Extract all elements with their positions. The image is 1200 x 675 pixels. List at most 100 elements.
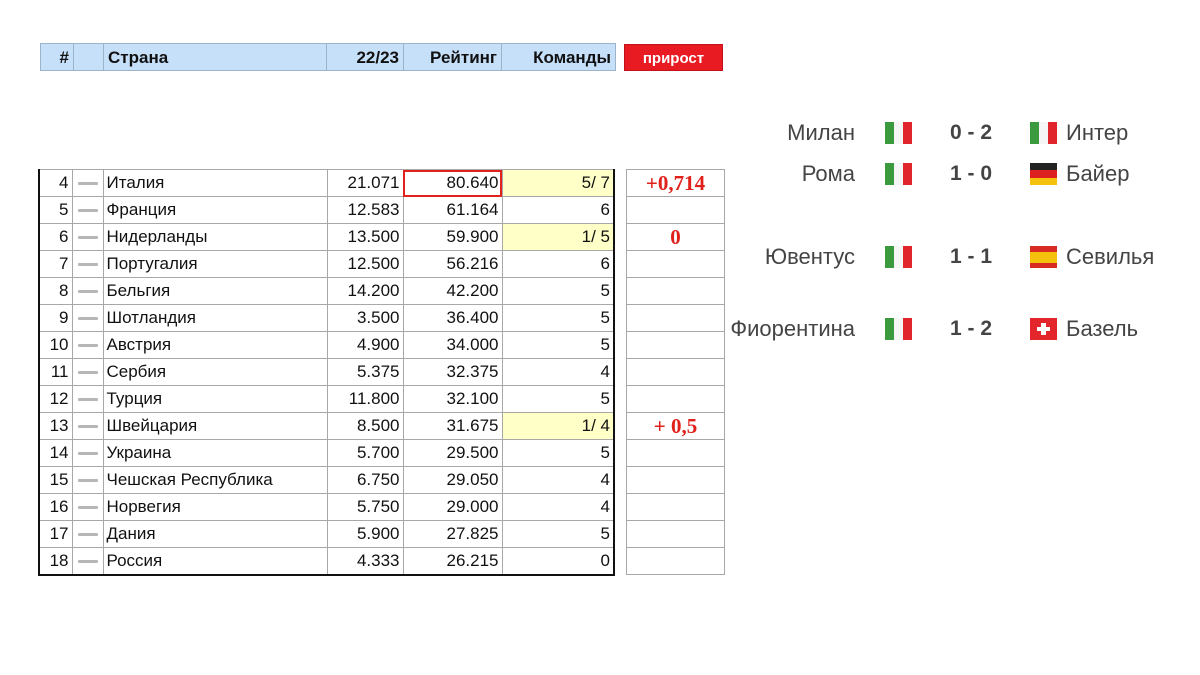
row-teams: 6 — [501, 250, 615, 278]
row-season: 14.200 — [326, 277, 404, 305]
row-country: Чешская Республика — [102, 466, 328, 494]
growth-cell — [626, 520, 725, 548]
row-position: 11 — [38, 358, 73, 386]
away-team: Байер — [1066, 161, 1130, 186]
row-rating: 36.400 — [402, 304, 503, 332]
table-row: 7 Португалия 12.500 56.216 6 — [38, 250, 615, 278]
row-rating: 29.000 — [402, 493, 503, 521]
table-row: 8 Бельгия 14.200 42.200 5 — [38, 277, 615, 305]
row-country: Австрия — [102, 331, 328, 359]
match-row: Рома 1 - 0 Байер — [700, 160, 1180, 188]
growth-button[interactable]: прирост — [624, 44, 723, 71]
row-season: 5.750 — [326, 493, 404, 521]
match-row: Фиорентина 1 - 2 Базель — [700, 315, 1180, 343]
row-rating: 42.200 — [402, 277, 503, 305]
de-flag-icon — [1030, 163, 1057, 185]
row-country: Норвегия — [102, 493, 328, 521]
row-position: 9 — [38, 304, 73, 332]
row-teams: 6 — [501, 196, 615, 224]
no-change-icon — [71, 250, 104, 278]
row-country: Нидерланды — [102, 223, 328, 251]
row-rating: 26.215 — [402, 547, 503, 575]
es-flag-icon — [1030, 246, 1057, 268]
no-change-icon — [71, 439, 104, 467]
row-season: 4.333 — [326, 547, 404, 575]
no-change-icon — [71, 169, 104, 197]
table-row: 17 Дания 5.900 27.825 5 — [38, 520, 615, 548]
table-row: 6 Нидерланды 13.500 59.900 1/ 5 — [38, 223, 615, 251]
table-header: # Страна 22/23 Рейтинг Команды — [40, 43, 616, 71]
row-position: 12 — [38, 385, 73, 413]
it-flag-icon — [885, 163, 912, 185]
row-country: Украина — [102, 439, 328, 467]
row-teams: 4 — [501, 466, 615, 494]
row-rating: 34.000 — [402, 331, 503, 359]
table-row: 14 Украина 5.700 29.500 5 — [38, 439, 615, 467]
growth-cell — [626, 196, 725, 224]
header-season[interactable]: 22/23 — [327, 43, 404, 71]
row-position: 17 — [38, 520, 73, 548]
row-rating: 80.640 — [402, 169, 503, 197]
row-position: 8 — [38, 277, 73, 305]
row-position: 7 — [38, 250, 73, 278]
no-change-icon — [71, 223, 104, 251]
row-teams: 1/ 5 — [501, 223, 615, 251]
row-position: 15 — [38, 466, 73, 494]
row-rating: 61.164 — [402, 196, 503, 224]
row-teams: 5 — [501, 304, 615, 332]
header-num: # — [40, 43, 74, 71]
row-rating: 29.050 — [402, 466, 503, 494]
away-team: Севилья — [1066, 244, 1155, 269]
home-team: Милан — [787, 120, 855, 145]
row-country: Бельгия — [102, 277, 328, 305]
home-team: Ювентус — [764, 244, 855, 269]
match-score: 1 - 1 — [949, 245, 993, 268]
row-teams: 4 — [501, 358, 615, 386]
it-flag-icon — [885, 122, 912, 144]
row-season: 8.500 — [326, 412, 404, 440]
table-row: 15 Чешская Республика 6.750 29.050 4 — [38, 466, 615, 494]
row-position: 16 — [38, 493, 73, 521]
no-change-icon — [71, 358, 104, 386]
row-country: Шотландия — [102, 304, 328, 332]
match-score: 1 - 0 — [949, 162, 993, 185]
row-teams: 5 — [501, 277, 615, 305]
row-country: Сербия — [102, 358, 328, 386]
row-teams: 5/ 7 — [501, 169, 615, 197]
no-change-icon — [71, 493, 104, 521]
row-season: 6.750 — [326, 466, 404, 494]
row-season: 11.800 — [326, 385, 404, 413]
row-country: Португалия — [102, 250, 328, 278]
row-season: 12.583 — [326, 196, 404, 224]
row-teams: 5 — [501, 331, 615, 359]
no-change-icon — [71, 277, 104, 305]
row-country: Дания — [102, 520, 328, 548]
header-country[interactable]: Страна — [104, 43, 327, 71]
row-teams: 5 — [501, 439, 615, 467]
row-teams: 5 — [501, 385, 615, 413]
row-position: 13 — [38, 412, 73, 440]
table-row: 9 Шотландия 3.500 36.400 5 — [38, 304, 615, 332]
row-country: Франция — [102, 196, 328, 224]
row-season: 12.500 — [326, 250, 404, 278]
no-change-icon — [71, 196, 104, 224]
ch-flag-icon — [1030, 318, 1057, 340]
header-teams[interactable]: Команды — [502, 43, 616, 71]
header-rating[interactable]: Рейтинг — [404, 43, 502, 71]
table-row: 16 Норвегия 5.750 29.000 4 — [38, 493, 615, 521]
home-team: Рома — [801, 161, 855, 186]
match-score: 0 - 2 — [949, 121, 993, 144]
growth-cell — [626, 439, 725, 467]
table-row: 13 Швейцария 8.500 31.675 1/ 4 — [38, 412, 615, 440]
header-blank — [74, 43, 104, 71]
row-season: 13.500 — [326, 223, 404, 251]
row-teams: 1/ 4 — [501, 412, 615, 440]
ranking-table: 4 Италия 21.071 80.640 5/ 7 5 Франция 12… — [38, 169, 615, 576]
match-row: Ювентус 1 - 1 Севилья — [700, 243, 1180, 271]
it-flag-icon — [885, 318, 912, 340]
growth-cell — [626, 493, 725, 521]
row-position: 14 — [38, 439, 73, 467]
table-row: 4 Италия 21.071 80.640 5/ 7 — [38, 169, 615, 197]
match-score: 1 - 2 — [949, 317, 993, 340]
row-country: Италия — [102, 169, 328, 197]
